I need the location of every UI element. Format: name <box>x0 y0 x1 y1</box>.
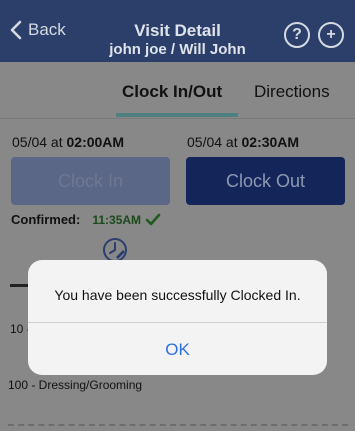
clock-out-hour: 02:30AM <box>241 134 300 150</box>
tab-clock-in-out[interactable]: Clock In/Out <box>122 82 222 102</box>
task-item: 100 - Dressing/Grooming <box>8 378 143 392</box>
alert-message: You have been successfully Clocked In. <box>54 287 301 303</box>
help-icon[interactable]: ? <box>284 22 310 48</box>
clock-out-button[interactable]: Clock Out <box>186 157 345 205</box>
add-glyph: + <box>326 26 336 43</box>
tab-bar: Clock In/Out Directions <box>0 62 355 119</box>
section-divider <box>10 284 28 287</box>
clock-in-date: 05/04 at <box>12 134 67 150</box>
confirmed-time: 11:35AM <box>92 212 142 227</box>
clock-out-date: 05/04 at <box>187 134 242 150</box>
alert-divider <box>28 322 327 323</box>
clock-in-button[interactable]: Clock In <box>11 157 170 205</box>
clock-in-hour: 02:00AM <box>66 134 125 150</box>
clock-in-time: 05/04 at 02:00AM <box>12 134 124 150</box>
dashed-separator <box>8 424 348 426</box>
check-icon <box>145 213 161 225</box>
clock-out-time: 05/04 at 02:30AM <box>187 134 299 150</box>
active-tab-indicator <box>116 113 238 117</box>
help-glyph: ? <box>292 26 302 43</box>
confirmed-status: Confirmed: 11:35AM <box>11 212 161 227</box>
navigation-bar: Back Visit Detail john joe / Will John ?… <box>0 0 355 62</box>
success-alert-dialog: You have been successfully Clocked In. O… <box>28 260 327 375</box>
confirmed-label: Confirmed: <box>11 212 81 227</box>
tab-directions[interactable]: Directions <box>254 82 330 102</box>
add-icon[interactable]: + <box>318 22 344 48</box>
ok-button[interactable]: OK <box>28 340 327 360</box>
visit-content: Clock In/Out Directions 05/04 at 02:00AM… <box>0 62 355 431</box>
